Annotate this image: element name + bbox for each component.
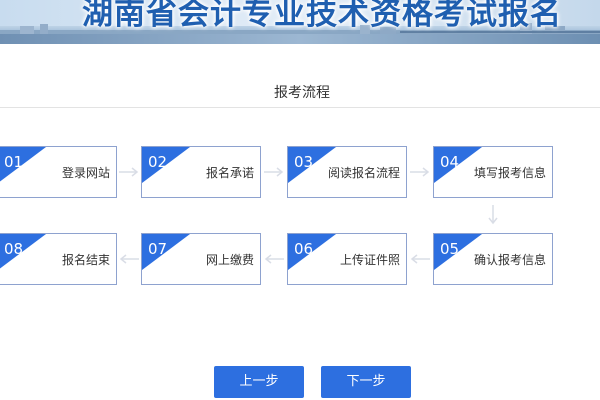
step-card-03: 03 阅读报名流程 xyxy=(287,146,407,198)
step-number: 07 xyxy=(148,240,168,258)
title-divider xyxy=(0,107,600,108)
step-label: 登录网站 xyxy=(61,166,110,180)
step-label: 报名承诺 xyxy=(205,166,254,180)
step-number: 01 xyxy=(4,153,24,171)
next-step-button[interactable]: 下一步 xyxy=(321,366,411,398)
arrow-down-icon xyxy=(488,205,498,225)
arrow-right-icon xyxy=(264,167,284,177)
arrow-right-icon xyxy=(119,167,139,177)
header-banner: 湖南省会计专业技术资格考试报名 xyxy=(0,0,600,44)
step-label: 阅读报名流程 xyxy=(327,166,400,180)
step-number: 03 xyxy=(294,153,314,171)
step-card-05: 05 确认报考信息 xyxy=(433,233,553,285)
step-label: 报名结束 xyxy=(61,253,110,267)
arrow-left-icon xyxy=(264,254,284,264)
step-number: 04 xyxy=(440,153,460,171)
section-title: 报考流程 xyxy=(274,85,330,101)
step-number: 08 xyxy=(4,240,24,258)
step-label: 上传证件照 xyxy=(339,253,400,267)
step-card-08: 08 报名结束 xyxy=(0,233,117,285)
step-card-07: 07 网上缴费 xyxy=(141,233,261,285)
step-card-02: 02 报名承诺 xyxy=(141,146,261,198)
arrow-left-icon xyxy=(119,254,139,264)
step-number: 05 xyxy=(440,240,460,258)
banner-water xyxy=(0,34,600,44)
step-card-06: 06 上传证件照 xyxy=(287,233,407,285)
arrow-right-icon xyxy=(410,167,430,177)
banner-title: 湖南省会计专业技术资格考试报名 xyxy=(82,0,562,32)
step-label: 网上缴费 xyxy=(205,253,254,267)
step-label: 填写报考信息 xyxy=(473,166,546,180)
step-card-01: 01 登录网站 xyxy=(0,146,117,198)
arrow-left-icon xyxy=(410,254,430,264)
step-card-04: 04 填写报考信息 xyxy=(433,146,553,198)
prev-step-button[interactable]: 上一步 xyxy=(214,366,304,398)
step-number: 06 xyxy=(294,240,314,258)
step-label: 确认报考信息 xyxy=(473,253,546,267)
step-number: 02 xyxy=(148,153,168,171)
